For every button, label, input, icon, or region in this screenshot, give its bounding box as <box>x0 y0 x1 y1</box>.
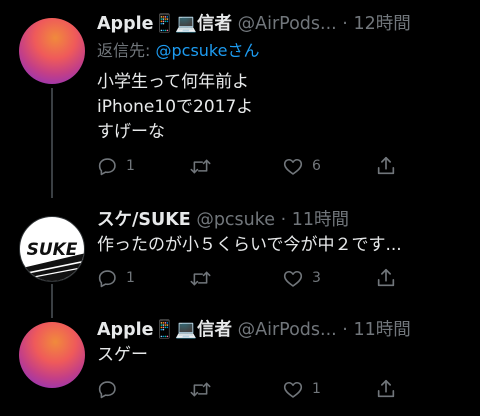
suke-logo-icon: SUKE <box>20 240 84 281</box>
tweet-1[interactable]: Apple📱💻信者 @AirPods... · 12時間 返信先: @pcsuk… <box>0 0 480 200</box>
tweet-3[interactable]: Apple📱💻信者 @AirPods... · 11時間 スゲー 1 <box>0 300 480 416</box>
separator-dot: · <box>280 210 287 230</box>
share-button[interactable] <box>375 265 397 291</box>
reply-count: 1 <box>126 270 135 286</box>
tweet-text: 作ったのが小５くらいで今が中２です... <box>97 235 402 255</box>
reply-button[interactable]: 1 <box>97 265 135 291</box>
tweet-header: スケ/SUKE @pcsuke · 11時間 <box>97 209 466 231</box>
reply-button[interactable] <box>97 376 126 402</box>
reply-mention-link[interactable]: @pcsukeさん <box>156 41 260 60</box>
separator-dot: · <box>342 14 348 34</box>
heart-icon <box>283 381 303 398</box>
tweet-text: 小学生って何年前よ iPhone10で2017よ すげーな <box>97 72 254 142</box>
timestamp[interactable]: 12時間 <box>353 14 410 34</box>
avatar[interactable] <box>19 18 85 84</box>
action-bar: 1 6 <box>97 153 407 179</box>
display-name[interactable]: Apple📱💻信者 <box>97 14 232 34</box>
like-count: 3 <box>312 270 321 286</box>
action-bar: 1 <box>97 376 407 402</box>
avatar[interactable] <box>19 322 85 388</box>
like-button[interactable]: 1 <box>282 376 321 402</box>
share-button[interactable] <box>375 153 397 179</box>
display-name[interactable]: スケ/SUKE <box>97 210 191 230</box>
share-icon <box>377 268 395 287</box>
like-button[interactable]: 6 <box>282 153 321 179</box>
retweet-button[interactable] <box>189 376 220 402</box>
separator-dot: · <box>342 320 348 340</box>
action-bar: 1 3 <box>97 265 407 291</box>
handle[interactable]: @AirPods... <box>238 320 337 340</box>
like-count: 6 <box>312 158 321 174</box>
reply-icon <box>98 269 116 287</box>
tweet-2[interactable]: SUKE スケ/SUKE @pcsuke · 11時間 作ったのが小５くらいで今… <box>0 200 480 300</box>
tweet-header: Apple📱💻信者 @AirPods... · 11時間 <box>97 319 466 341</box>
retweet-button[interactable] <box>189 153 220 179</box>
handle[interactable]: @pcsuke <box>196 210 275 230</box>
reply-count: 1 <box>126 158 135 174</box>
like-count: 1 <box>312 381 321 397</box>
retweet-icon <box>190 271 211 285</box>
reply-button[interactable]: 1 <box>97 153 135 179</box>
heart-icon <box>283 158 303 175</box>
reply-prefix: 返信先: <box>97 41 151 60</box>
timestamp[interactable]: 11時間 <box>353 320 410 340</box>
like-button[interactable]: 3 <box>282 265 321 291</box>
share-icon <box>377 156 395 175</box>
retweet-button[interactable] <box>189 265 220 291</box>
share-icon <box>377 379 395 398</box>
reply-icon <box>98 380 116 398</box>
timestamp[interactable]: 11時間 <box>292 210 349 230</box>
retweet-icon <box>190 382 211 396</box>
heart-icon <box>283 270 303 287</box>
handle[interactable]: @AirPods... <box>238 14 337 34</box>
reply-context: 返信先: @pcsukeさん <box>97 41 259 61</box>
reply-icon <box>98 157 116 175</box>
share-button[interactable] <box>375 376 397 402</box>
display-name[interactable]: Apple📱💻信者 <box>97 320 232 340</box>
tweet-header: Apple📱💻信者 @AirPods... · 12時間 <box>97 13 466 35</box>
avatar-logo-text: SUKE <box>27 240 78 260</box>
tweet-text: スゲー <box>97 345 148 365</box>
retweet-icon <box>190 159 211 173</box>
avatar[interactable]: SUKE <box>19 216 85 282</box>
